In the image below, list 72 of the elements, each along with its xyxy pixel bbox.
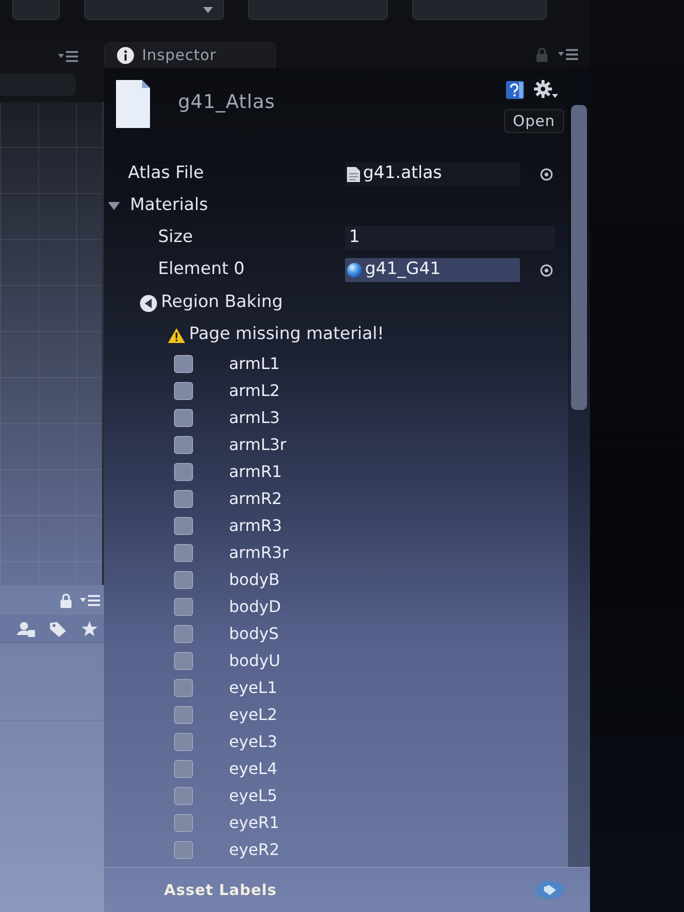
number-field[interactable]: 1 <box>345 226 555 250</box>
checkbox[interactable] <box>174 436 193 454</box>
region-name: armR2 <box>229 488 282 510</box>
checkbox[interactable] <box>174 706 193 724</box>
foldout-triangle-icon[interactable] <box>108 200 120 212</box>
section-title: Region Baking <box>161 291 283 314</box>
region-name: armL3 <box>229 406 280 428</box>
menu-icon[interactable] <box>80 594 100 606</box>
checkbox[interactable] <box>174 814 193 832</box>
checkbox[interactable] <box>174 598 193 616</box>
object-field[interactable]: g41_G41 <box>345 258 520 282</box>
checkbox[interactable] <box>174 760 193 778</box>
checkbox[interactable] <box>174 732 193 750</box>
region-name: bodyS <box>229 622 279 644</box>
menu-icon[interactable] <box>58 50 78 62</box>
warning-text: Page missing material! <box>189 323 384 346</box>
region-name: bodyU <box>229 650 280 672</box>
property-label: Size <box>158 226 193 250</box>
region-name: eyeL3 <box>229 730 278 752</box>
checkbox[interactable] <box>174 544 193 562</box>
region-name: bodyD <box>229 596 281 618</box>
property-label: Materials <box>130 194 208 218</box>
picker-icon[interactable] <box>540 168 553 180</box>
help-icon[interactable] <box>506 80 524 98</box>
warning-icon <box>168 328 185 342</box>
asset-title: g41_Atlas <box>178 90 276 115</box>
scrollbar-thumb[interactable] <box>571 105 587 410</box>
sphere-icon <box>347 262 362 278</box>
open-button[interactable]: Open <box>504 109 564 133</box>
checkbox[interactable] <box>174 624 193 642</box>
checkbox[interactable] <box>174 840 193 858</box>
document-icon <box>347 166 360 182</box>
file-icon <box>116 80 150 128</box>
region-name: armL2 <box>229 380 280 402</box>
property-label: Atlas File <box>128 162 204 186</box>
menu-icon[interactable] <box>558 49 578 60</box>
tag-icon[interactable] <box>49 620 67 636</box>
checkbox[interactable] <box>174 786 193 804</box>
checkbox[interactable] <box>174 354 193 372</box>
picker-icon[interactable] <box>540 264 553 276</box>
checkbox[interactable] <box>174 382 193 400</box>
region-name: eyeL5 <box>229 784 278 806</box>
lock-icon[interactable] <box>60 592 72 608</box>
region-name: armR3 <box>229 514 282 536</box>
checkbox[interactable] <box>174 678 193 696</box>
caret-icon <box>203 6 213 12</box>
tag-icon[interactable] <box>536 881 564 899</box>
region-name: armR3r <box>229 542 289 564</box>
checkbox[interactable] <box>174 516 193 534</box>
region-name: armR1 <box>229 460 282 482</box>
region-name: eyeL2 <box>229 704 278 726</box>
info-icon <box>117 47 134 64</box>
region-name: eyeR1 <box>229 812 280 834</box>
region-name: eyeR2 <box>229 838 280 860</box>
lock-icon[interactable] <box>536 47 548 62</box>
checkbox[interactable] <box>174 462 193 480</box>
star-icon[interactable] <box>81 620 98 636</box>
checkbox[interactable] <box>174 408 193 426</box>
region-name: armL3r <box>229 434 286 456</box>
gear-icon[interactable] <box>534 80 558 99</box>
person-icon[interactable] <box>17 620 35 636</box>
section-title: Asset Labels <box>164 880 277 901</box>
object-field[interactable]: g41.atlas <box>345 162 520 186</box>
region-name: eyeL4 <box>229 758 278 780</box>
region-name: eyeL1 <box>229 676 278 698</box>
checkbox[interactable] <box>174 570 193 588</box>
region-name: bodyB <box>229 568 280 590</box>
checkbox[interactable] <box>174 490 193 508</box>
region-name: armL1 <box>229 352 280 374</box>
checkbox[interactable] <box>174 652 193 670</box>
property-label: Element 0 <box>158 258 245 282</box>
inspector-tab[interactable]: Inspector <box>104 42 276 68</box>
